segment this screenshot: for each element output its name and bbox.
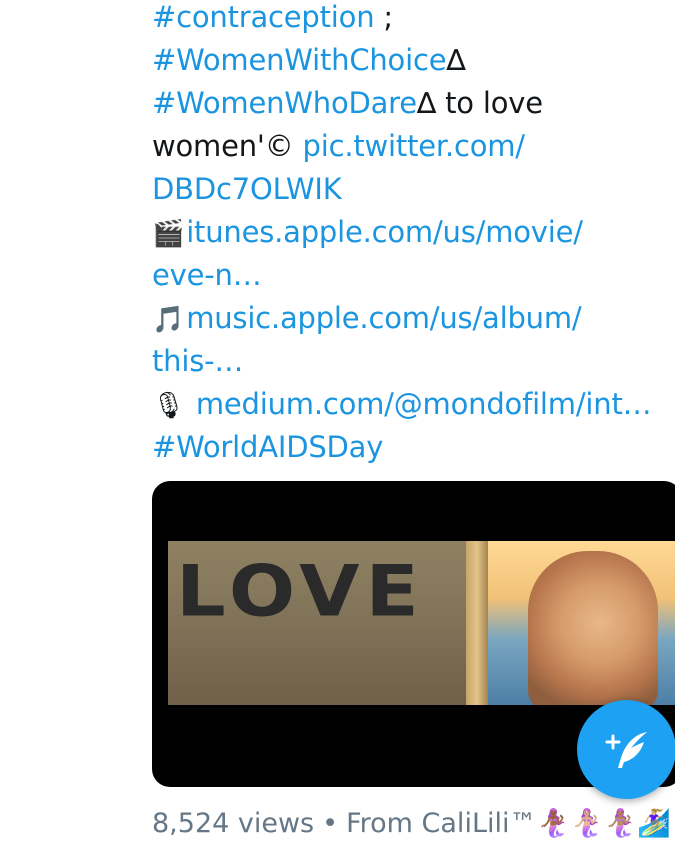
tweet-line: this-… <box>152 340 672 383</box>
tweet-link[interactable]: #WomenWithChoice <box>152 43 447 77</box>
tweet-text-fragment: women'© <box>152 129 303 163</box>
tweet-line: #WorldAIDSDay <box>152 426 672 469</box>
emoji-icon: 🎙 <box>152 391 185 421</box>
tweet-link[interactable]: pic.twitter.com/ <box>303 129 526 163</box>
person-image <box>528 551 658 705</box>
tweet-text-fragment: ; <box>374 0 393 34</box>
tweet-line: #contraception ; <box>152 0 672 39</box>
tweet-link[interactable]: eve-n… <box>152 258 262 292</box>
emoji-icon: 🎬 <box>152 219 185 249</box>
tweet-link[interactable]: medium.com/@mondofilm/int… <box>187 387 652 421</box>
tweet-line: #WomenWhoDare∆ to love <box>152 82 672 125</box>
view-count: 8,524 views <box>152 808 315 839</box>
emoji-icon: 🎵 <box>152 305 185 335</box>
meta-separator: • <box>322 808 339 839</box>
tweet-meta: 8,524 views • From CaliLili™🧜🏾‍♀️🧜🏼‍♀️🧜🏽‍♀… <box>152 805 672 843</box>
frame-text: LOVE <box>176 551 425 633</box>
tweet-link[interactable]: DBDc7OLWIK <box>152 172 342 206</box>
surfboard-edge <box>466 541 488 705</box>
tweet-link[interactable]: music.apple.com/us/album/ <box>186 301 581 335</box>
tweet-link[interactable]: this-… <box>152 344 243 378</box>
tweet-link[interactable]: #WomenWhoDare <box>152 86 417 120</box>
tweet-link[interactable]: #WorldAIDSDay <box>152 430 383 464</box>
tweet-line: DBDc7OLWIK <box>152 168 672 211</box>
tweet-text: #contraception ; #WomenWithChoice∆ #WomenW… <box>152 0 672 469</box>
tweet-text-fragment: ∆ to love <box>416 86 543 120</box>
tweet-link[interactable]: #contraception <box>152 0 375 34</box>
tweet-line: #WomenWithChoice∆ <box>152 39 672 82</box>
tweet-source[interactable]: From CaliLili™🧜🏾‍♀️🧜🏼‍♀️🧜🏽‍♀️🏄🏼‍♀️… <box>346 808 672 839</box>
tweet-line: 🎬itunes.apple.com/us/movie/ <box>152 211 672 254</box>
compose-tweet-button[interactable] <box>577 700 675 799</box>
tweet-link[interactable]: itunes.apple.com/us/movie/ <box>186 215 583 249</box>
tweet-text-fragment: ∆ <box>446 43 466 77</box>
tweet-line: eve-n… <box>152 254 672 297</box>
tweet-line: 🎙 medium.com/@mondofilm/int… <box>152 383 672 426</box>
compose-tweet-icon <box>605 731 647 768</box>
video-frame: LOVE <box>168 541 675 705</box>
tweet-line: women'© pic.twitter.com/ <box>152 125 672 168</box>
tweet-line: 🎵music.apple.com/us/album/ <box>152 297 672 340</box>
